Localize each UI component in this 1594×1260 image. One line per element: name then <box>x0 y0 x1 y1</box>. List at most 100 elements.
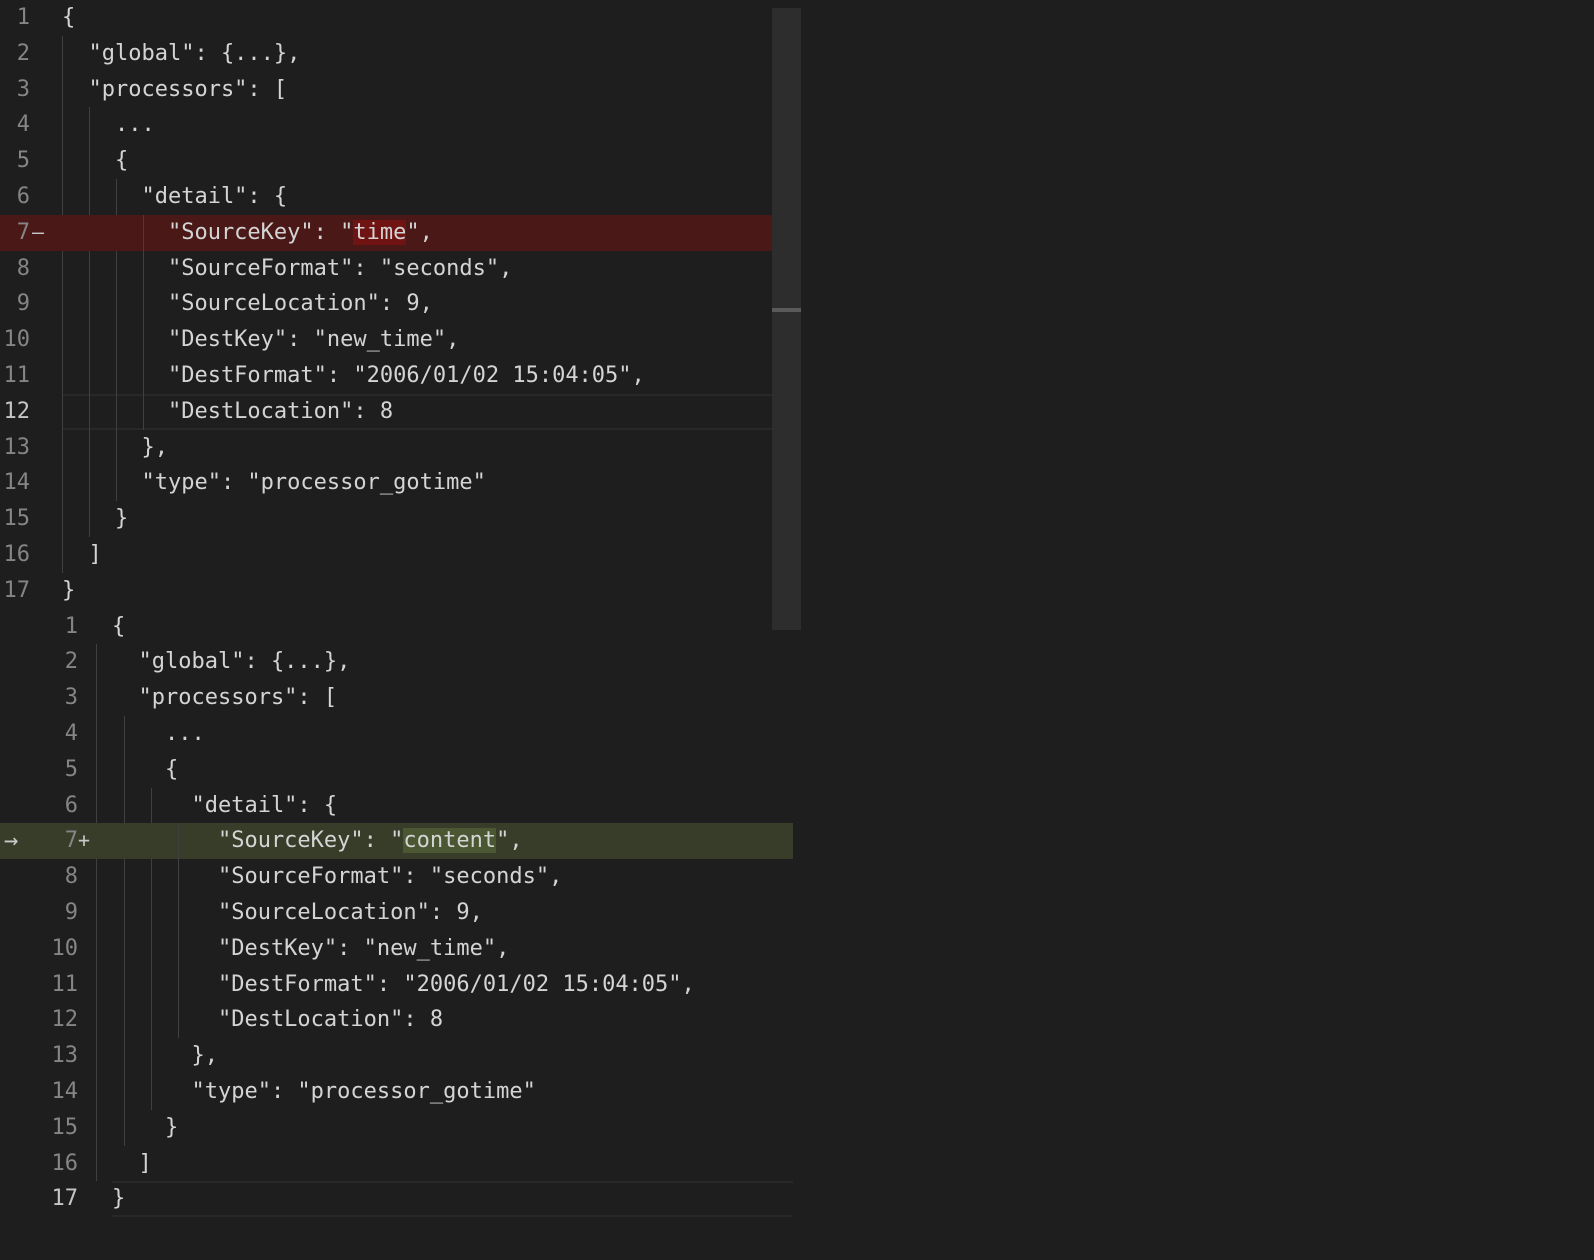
code-text-after: ", <box>406 219 433 245</box>
line-number: 3 <box>16 76 30 102</box>
indent-guide <box>96 966 97 1003</box>
indent-guide <box>96 680 97 716</box>
code-text: ] <box>62 541 102 567</box>
line-number: 9 <box>64 899 78 925</box>
revert-arrow-icon[interactable]: → <box>4 823 18 859</box>
code-line[interactable]: 5 { <box>0 143 772 179</box>
code-text: "DestKey": "new_time", <box>62 327 460 353</box>
original-editor-pane[interactable]: 1 { 2 "global": {...}, 3 "processors": [… <box>0 0 772 609</box>
code-text: { <box>112 613 126 639</box>
code-text: "SourceFormat": "seconds", <box>62 255 513 281</box>
code-text: "DestFormat": "2006/01/02 15:04:05", <box>62 362 645 388</box>
code-text: ... <box>62 112 155 138</box>
scrollbar-thumb[interactable] <box>772 308 801 312</box>
code-line[interactable]: 11 "DestFormat": "2006/01/02 15:04:05", <box>0 357 772 394</box>
modified-editor-pane[interactable]: 1 { 2 "global": {...}, 3 "processors": [… <box>0 609 793 1218</box>
removed-line[interactable]: 7 — "SourceKey": "time", <box>0 214 772 251</box>
code-line[interactable]: 15 } <box>0 1109 793 1146</box>
line-number: 3 <box>64 685 78 711</box>
code-line[interactable]: 16 ] <box>0 536 772 573</box>
code-line[interactable]: 1 { <box>0 609 793 645</box>
indent-guide <box>96 644 97 681</box>
code-line[interactable]: 11 "DestFormat": "2006/01/02 15:04:05", <box>0 966 793 1003</box>
current-line-highlight <box>112 1181 793 1218</box>
code-text: "SourceFormat": "seconds", <box>112 864 563 890</box>
indent-guide <box>96 1109 97 1146</box>
indent-guide <box>96 894 97 931</box>
code-text-before: "SourceKey": " <box>112 828 404 854</box>
inserted-sign-icon: + <box>78 828 91 853</box>
code-line[interactable]: 13 }, <box>0 1038 793 1074</box>
code-line[interactable]: 5 { <box>0 751 793 788</box>
code-text: "detail": { <box>112 792 338 818</box>
code-text: "DestLocation": 8 <box>112 1007 444 1033</box>
code-text: "global": {...}, <box>112 649 351 675</box>
line-number: 12 <box>3 398 31 424</box>
code-line[interactable]: 16 ] <box>0 1145 793 1182</box>
code-text: ... <box>112 720 205 746</box>
line-number: 13 <box>51 1043 79 1069</box>
indent-guide <box>96 1038 97 1074</box>
code-line[interactable]: 2 "global": {...}, <box>0 644 793 681</box>
code-line[interactable]: 3 "processors": [ <box>0 680 793 716</box>
code-line[interactable]: 15 } <box>0 501 772 537</box>
line-number: 7 <box>16 219 30 245</box>
indent-guide <box>96 715 97 752</box>
line-number: 8 <box>16 255 30 281</box>
indent-guide <box>96 930 97 967</box>
code-text-after: ", <box>496 828 523 854</box>
code-text-before: "SourceKey": " <box>62 219 354 245</box>
code-text: "DestLocation": 8 <box>62 398 394 424</box>
code-text: ] <box>112 1150 152 1176</box>
line-number: 16 <box>3 541 31 567</box>
code-line[interactable]: 6 "detail": { <box>0 787 793 824</box>
code-line[interactable]: 12 "DestLocation": 8 <box>0 1002 793 1039</box>
code-text: }, <box>62 434 168 460</box>
code-line[interactable]: 9 "SourceLocation": 9, <box>0 894 793 931</box>
line-number: 11 <box>51 971 79 997</box>
code-line[interactable]: 4 ... <box>0 715 793 752</box>
code-line[interactable]: 9 "SourceLocation": 9, <box>0 286 772 323</box>
code-line[interactable]: 8 "SourceFormat": "seconds", <box>0 250 772 287</box>
code-line-current[interactable]: 17 } <box>0 1181 793 1218</box>
line-number: 4 <box>16 112 30 138</box>
line-number: 6 <box>64 792 78 818</box>
line-number: 10 <box>3 327 31 353</box>
code-text: "DestFormat": "2006/01/02 15:04:05", <box>112 971 695 997</box>
code-line[interactable]: 3 "processors": [ <box>0 71 772 108</box>
code-line[interactable]: 10 "DestKey": "new_time", <box>0 322 772 358</box>
indent-guide <box>96 751 97 788</box>
code-line[interactable]: 8 "SourceFormat": "seconds", <box>0 859 793 895</box>
inserted-line[interactable]: → 7 + "SourceKey": "content", <box>0 823 793 860</box>
line-number: 11 <box>3 362 31 388</box>
code-text: "global": {...}, <box>62 40 301 66</box>
code-line[interactable]: 14 "type": "processor_gotime" <box>0 465 772 502</box>
code-text: "processors": [ <box>112 685 338 711</box>
inserted-text-highlight: content <box>403 828 497 854</box>
code-text: "SourceLocation": 9, <box>112 899 483 925</box>
code-line[interactable]: 14 "type": "processor_gotime" <box>0 1073 793 1110</box>
code-line[interactable]: 4 ... <box>0 107 772 144</box>
code-line[interactable]: 10 "DestKey": "new_time", <box>0 930 793 967</box>
line-number: 17 <box>51 1186 79 1212</box>
code-text: "processors": [ <box>62 76 288 102</box>
code-text: { <box>62 148 129 174</box>
diff-splitter[interactable] <box>772 8 801 630</box>
code-text: } <box>112 1114 179 1140</box>
line-number: 15 <box>51 1114 79 1140</box>
code-line[interactable]: 6 "detail": { <box>0 178 772 215</box>
indent-guide <box>96 1073 97 1110</box>
code-text: } <box>112 1186 126 1212</box>
code-line[interactable]: 13 }, <box>0 429 772 466</box>
line-number: 6 <box>16 183 30 209</box>
code-text: "type": "processor_gotime" <box>112 1078 536 1104</box>
line-number: 16 <box>51 1150 79 1176</box>
indent-guide <box>96 1145 97 1182</box>
line-number: 13 <box>3 434 31 460</box>
code-line-current[interactable]: 12 "DestLocation": 8 <box>0 393 772 430</box>
code-line[interactable]: 2 "global": {...}, <box>0 35 772 72</box>
code-text: "SourceLocation": 9, <box>62 291 433 317</box>
code-line[interactable]: 17 } <box>0 573 772 609</box>
code-line[interactable]: 1 { <box>0 0 772 36</box>
line-number: 15 <box>3 506 31 532</box>
